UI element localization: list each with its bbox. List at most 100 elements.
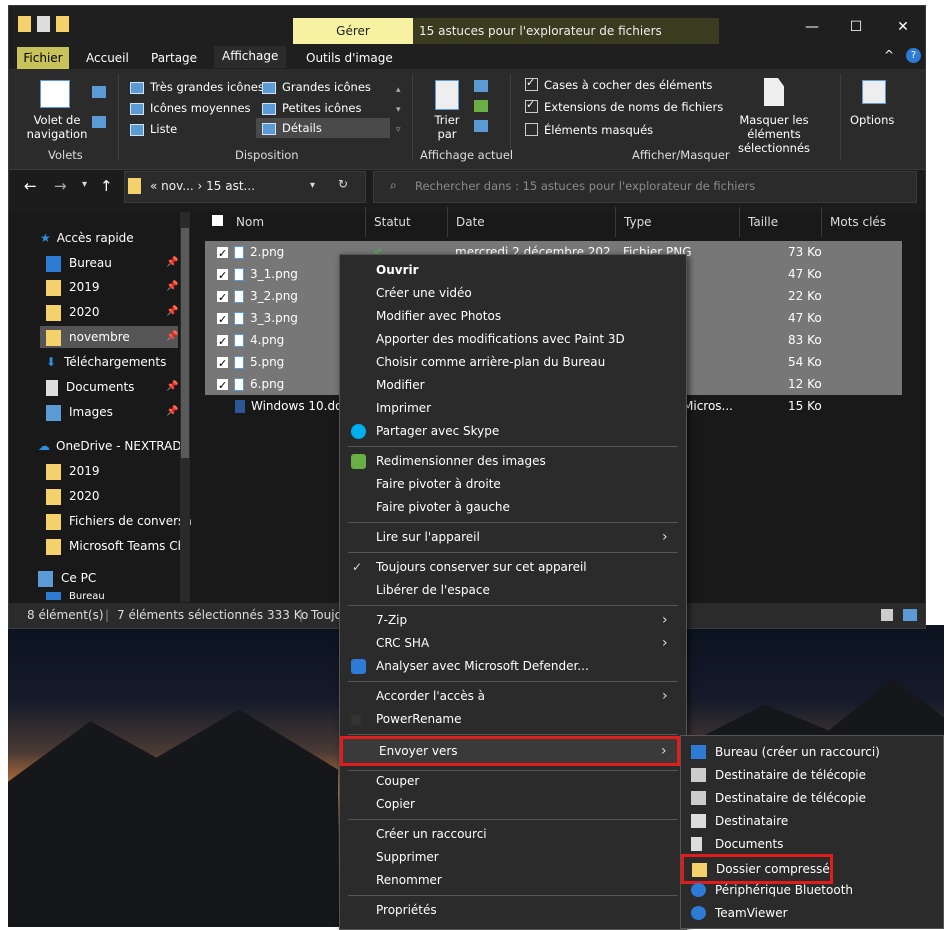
column-type[interactable]: Type — [616, 207, 740, 237]
file-extensions-toggle[interactable]: Extensions de noms de fichiers — [525, 98, 723, 114]
menu-item-send-to[interactable]: Envoyer vers › — [340, 736, 680, 766]
address-path[interactable]: « nov... › 15 ast... — [150, 179, 255, 193]
tab-view[interactable]: Affichage — [214, 46, 287, 68]
layout-medium-icons[interactable]: Icônes moyennes — [130, 101, 251, 115]
options-icon[interactable] — [862, 80, 886, 104]
options-button[interactable]: Options — [850, 113, 894, 127]
menu-item-defender[interactable]: Analyser avec Microsoft Defender... — [340, 655, 686, 678]
menu-item-rotate-left[interactable]: Faire pivoter à gauche — [340, 496, 686, 519]
details-view-icon[interactable] — [881, 609, 893, 621]
menu-item-cast-to-device[interactable]: Lire sur l'appareil › — [340, 526, 686, 549]
layout-list[interactable]: Liste — [130, 122, 177, 136]
sort-by-icon[interactable] — [435, 80, 459, 110]
menu-item-set-background[interactable]: Choisir comme arrière-plan du Bureau — [340, 351, 686, 374]
menu-item-print[interactable]: Imprimer — [340, 397, 686, 420]
search-input[interactable]: Rechercher dans : 15 astuces pour l'expl… — [415, 179, 755, 193]
nav-item-documents[interactable]: Documents 📌 — [46, 376, 178, 398]
layout-extra-large-icons[interactable]: Très grandes icônes — [130, 80, 264, 94]
up-arrow-icon[interactable]: ↑ — [100, 177, 113, 195]
minimize-button[interactable]: — — [792, 15, 832, 39]
sort-by-button[interactable]: Trier par — [432, 113, 462, 141]
column-size[interactable]: Taille — [740, 207, 822, 237]
menu-item-edit-photos[interactable]: Modifier avec Photos — [340, 305, 686, 328]
nav-scroll-thumb[interactable] — [181, 228, 189, 458]
tab-home[interactable]: Accueil — [78, 48, 137, 68]
column-tags[interactable]: Mots clés — [822, 207, 906, 237]
layout-large-icons[interactable]: Grandes icônes — [262, 80, 371, 94]
layout-small-icons[interactable]: Petites icônes — [262, 101, 361, 115]
row-checkbox[interactable] — [217, 331, 228, 353]
menu-item-create-shortcut[interactable]: Créer un raccourci — [340, 823, 686, 846]
navigation-pane-button[interactable]: Volet de navigation — [22, 113, 92, 141]
menu-item-properties[interactable]: Propriétés — [340, 899, 686, 922]
nav-this-pc[interactable]: Ce PC — [38, 567, 96, 589]
navigation-pane-icon[interactable] — [40, 80, 70, 108]
hide-selected-button[interactable]: Masquer les éléments sélectionnés — [714, 113, 834, 155]
menu-item-cut[interactable]: Couper — [340, 770, 686, 793]
nav-quick-access[interactable]: ★ Accès rapide — [40, 227, 134, 249]
layout-details[interactable]: Détails — [256, 118, 390, 138]
group-by-icon[interactable] — [474, 80, 488, 92]
preview-pane-icon[interactable] — [92, 86, 106, 98]
nav-item-2019[interactable]: 2019 📌 — [46, 276, 178, 298]
submenu-item-teamviewer[interactable]: TeamViewer — [681, 902, 943, 925]
column-date[interactable]: Date — [448, 207, 616, 237]
maximize-button[interactable]: ☐ — [836, 15, 876, 39]
column-name[interactable]: Nom — [228, 207, 366, 237]
recent-locations-icon[interactable]: ▾ — [82, 179, 87, 190]
nav-item-images[interactable]: Images 📌 — [46, 401, 178, 423]
nav-onedrive-2019[interactable]: 2019 — [46, 460, 100, 482]
layout-scroll[interactable]: ▴ ▾ ▿ — [396, 80, 401, 140]
row-checkbox[interactable] — [217, 309, 228, 331]
submenu-item-mail-recipient[interactable]: Destinataire — [681, 810, 943, 833]
submenu-item-fax-1[interactable]: Destinataire de télécopie — [681, 764, 943, 787]
properties-icon[interactable] — [37, 16, 50, 32]
details-pane-icon[interactable] — [92, 116, 106, 128]
help-icon[interactable]: ? — [906, 48, 921, 63]
submenu-item-fax-2[interactable]: Destinataire de télécopie — [681, 787, 943, 810]
menu-item-create-video[interactable]: Créer une vidéo — [340, 282, 686, 305]
row-checkbox[interactable] — [217, 375, 228, 397]
row-checkbox[interactable] — [217, 353, 228, 375]
menu-item-7zip[interactable]: 7-Zip › — [340, 609, 686, 632]
size-columns-icon[interactable] — [474, 120, 488, 132]
nav-item-telechargements[interactable]: ⬇ Téléchargements — [46, 351, 166, 373]
add-columns-icon[interactable] — [474, 100, 488, 112]
tab-image-tools[interactable]: Outils d'image — [298, 48, 401, 68]
select-all-checkbox[interactable] — [212, 215, 223, 226]
hidden-items-toggle[interactable]: Éléments masqués — [525, 123, 653, 137]
menu-item-give-access[interactable]: Accorder l'accès à › — [340, 685, 686, 708]
menu-item-powerrename[interactable]: PowerRename — [340, 708, 686, 731]
quick-access-toolbar[interactable] — [18, 16, 69, 32]
menu-item-paint3d[interactable]: Apporter des modifications avec Paint 3D — [340, 328, 686, 351]
row-checkbox[interactable] — [217, 287, 228, 309]
nav-item-novembre[interactable]: novembre 📌 — [40, 326, 178, 348]
menu-item-copy[interactable]: Copier — [340, 793, 686, 816]
menu-item-rename[interactable]: Renommer — [340, 869, 686, 892]
refresh-icon[interactable]: ↻ — [338, 177, 348, 191]
submenu-item-documents[interactable]: Documents — [681, 833, 943, 856]
nav-onedrive[interactable]: ☁ OneDrive - NEXTRADI — [38, 435, 185, 457]
nav-this-pc-bureau[interactable]: Bureau — [46, 590, 105, 600]
menu-item-rotate-right[interactable]: Faire pivoter à droite — [340, 473, 686, 496]
tab-share[interactable]: Partage — [143, 48, 205, 68]
nav-item-2020[interactable]: 2020 📌 — [46, 301, 178, 323]
nav-onedrive-fichiers[interactable]: Fichiers de conversa — [46, 510, 192, 532]
column-status[interactable]: Statut — [366, 207, 448, 237]
large-icons-view-icon[interactable] — [903, 609, 917, 621]
menu-item-resize-images[interactable]: Redimensionner des images — [340, 450, 686, 473]
back-arrow-icon[interactable]: ← — [24, 177, 37, 195]
close-button[interactable]: ✕ — [883, 15, 923, 39]
menu-item-open[interactable]: Ouvrir — [340, 259, 686, 282]
submenu-item-desktop-shortcut[interactable]: Bureau (créer un raccourci) — [681, 741, 943, 764]
forward-arrow-icon[interactable]: → — [54, 177, 67, 195]
nav-item-bureau[interactable]: Bureau 📌 — [46, 252, 178, 274]
new-folder-icon[interactable] — [56, 16, 69, 32]
address-dropdown-icon[interactable]: ▾ — [310, 180, 315, 191]
row-checkbox[interactable] — [217, 243, 228, 265]
nav-onedrive-2020[interactable]: 2020 — [46, 485, 100, 507]
row-checkbox[interactable] — [217, 265, 228, 287]
tab-file[interactable]: Fichier — [17, 47, 69, 69]
manage-contextual-tab[interactable]: Gérer — [293, 18, 413, 44]
item-checkboxes-toggle[interactable]: Cases à cocher des éléments — [525, 76, 712, 92]
